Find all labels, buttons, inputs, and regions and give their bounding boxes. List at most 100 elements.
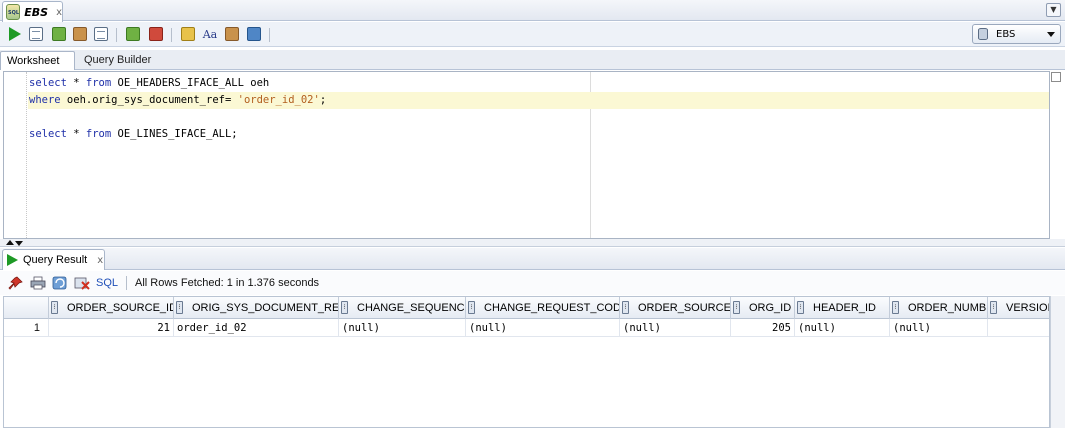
refresh-icon[interactable] xyxy=(52,276,68,290)
table-cell[interactable]: (null) xyxy=(795,319,890,337)
editor-gutter xyxy=(4,72,27,238)
column-header[interactable]: ⁝ ORDER_SOURCE xyxy=(620,297,731,319)
sql-string-literal: 'order_id_02' xyxy=(237,94,320,106)
sql-worksheet-icon xyxy=(6,4,21,20)
column-header[interactable]: ⁝ CHANGE_REQUEST_CODE xyxy=(466,297,620,319)
column-sort-icon[interactable]: ⁝ xyxy=(468,301,475,314)
database-icon xyxy=(978,28,988,40)
table-cell[interactable]: (null) xyxy=(466,319,620,337)
print-icon[interactable] xyxy=(30,276,46,290)
sql-keyword: from xyxy=(85,128,112,140)
result-tab-strip: Query Result x xyxy=(0,248,1065,270)
toolbar-separator xyxy=(126,276,128,290)
collapse-down-icon[interactable] xyxy=(15,241,23,246)
code-line[interactable]: select * from OE_LINES_IFACE_ALL; xyxy=(28,126,1049,143)
sql-text: oeh.orig_sys_document_ref= xyxy=(60,94,238,106)
column-header[interactable]: ⁝ ORIG_SYS_DOCUMENT_REF xyxy=(174,297,339,319)
column-sort-icon[interactable]: ⁝ xyxy=(51,301,58,314)
collapse-up-icon[interactable] xyxy=(6,240,14,245)
connection-label: EBS xyxy=(996,28,1016,40)
run-script-icon xyxy=(29,27,43,41)
column-header-label: HEADER_ID xyxy=(813,302,876,314)
tab-label: EBS xyxy=(24,5,49,19)
column-header-label: ORG_ID xyxy=(749,302,792,314)
column-header-label: CHANGE_SEQUENCE xyxy=(357,302,466,314)
connection-select[interactable]: EBS xyxy=(972,24,1061,44)
column-header-label: ORIG_SYS_DOCUMENT_REF xyxy=(192,302,339,314)
column-header[interactable]: ⁝ CHANGE_SEQUENCE xyxy=(339,297,466,319)
sql-text: ; xyxy=(319,94,327,106)
sql-tuning-icon xyxy=(94,27,108,41)
code-line[interactable]: where oeh.orig_sys_document_ref= 'order_… xyxy=(28,92,1049,109)
table-cell[interactable] xyxy=(988,319,1049,337)
explain-plan-button[interactable] xyxy=(71,25,89,43)
grid-corner xyxy=(4,297,49,319)
commit-button[interactable] xyxy=(124,25,142,43)
table-cell[interactable]: 205 xyxy=(731,319,795,337)
sql-text: * xyxy=(66,128,86,140)
table-cell[interactable]: (null) xyxy=(339,319,466,337)
run-statement-button[interactable] xyxy=(6,25,24,43)
rollback-button[interactable] xyxy=(147,25,165,43)
run-script-button[interactable] xyxy=(27,25,45,43)
code-line[interactable]: select * from OE_HEADERS_IFACE_ALL oeh xyxy=(28,75,1049,92)
clear-icon xyxy=(225,27,239,41)
code-line[interactable] xyxy=(28,109,1049,126)
column-sort-icon[interactable]: ⁝ xyxy=(797,301,804,314)
column-sort-icon[interactable]: ⁝ xyxy=(176,301,183,314)
column-header[interactable]: ⁝ ORDER_NUMBER xyxy=(890,297,988,319)
document-tab-strip: EBS x ▼ xyxy=(0,0,1065,22)
result-tab-label: Query Result xyxy=(23,254,88,266)
rollback-icon xyxy=(149,27,163,41)
tab-ebs-worksheet[interactable]: EBS x xyxy=(2,1,63,22)
clear-button[interactable] xyxy=(223,25,241,43)
column-sort-icon[interactable]: ⁝ xyxy=(990,301,997,314)
column-sort-icon[interactable]: ⁝ xyxy=(733,301,740,314)
query-result-icon xyxy=(7,254,18,266)
sql-monitor-icon xyxy=(247,27,261,41)
table-cell[interactable]: (null) xyxy=(620,319,731,337)
pane-splitter[interactable] xyxy=(0,239,1065,247)
column-header[interactable]: ⁝ ORDER_SOURCE_ID xyxy=(49,297,174,319)
editor-scrollbar-toggle[interactable] xyxy=(1051,72,1061,82)
grid-header: ⁝ ORDER_SOURCE_ID ⁝ ORIG_SYS_DOCUMENT_REF ⁝ C… xyxy=(4,297,1049,319)
sql-keyword: select xyxy=(29,77,67,89)
sql-keyword: select xyxy=(29,128,67,140)
grid-vertical-scrollbar[interactable] xyxy=(1050,296,1065,428)
toolbar-separator xyxy=(269,28,270,42)
tab-query-builder[interactable]: Query Builder xyxy=(78,51,157,70)
close-result-tab-icon[interactable]: x xyxy=(97,255,103,266)
format-button[interactable]: Aa xyxy=(201,25,219,43)
sql-monitor-button[interactable] xyxy=(245,25,263,43)
sql-editor[interactable]: select * from OE_HEADERS_IFACE_ALL oeh wh… xyxy=(3,71,1050,239)
table-cell[interactable]: order_id_02 xyxy=(174,319,339,337)
column-sort-icon[interactable]: ⁝ xyxy=(622,301,629,314)
column-header[interactable]: ⁝ VERSION xyxy=(988,297,1049,319)
commit-icon xyxy=(126,27,140,41)
autotrace-icon xyxy=(52,27,66,41)
worksheet-subtabs: Worksheet Query Builder xyxy=(0,50,1065,70)
table-row[interactable]: 1 21 order_id_02 (null) (null) (null) 205 (null… xyxy=(4,319,1049,337)
close-tab-icon[interactable]: x xyxy=(56,7,62,18)
sql-link[interactable]: SQL xyxy=(96,277,118,289)
pin-icon[interactable] xyxy=(8,276,24,290)
tab-worksheet[interactable]: Worksheet xyxy=(0,51,75,70)
query-result-grid[interactable]: ⁝ ORDER_SOURCE_ID ⁝ ORIG_SYS_DOCUMENT_REF ⁝ C… xyxy=(3,296,1050,428)
table-cell[interactable]: (null) xyxy=(890,319,988,337)
sql-tuning-button[interactable] xyxy=(92,25,110,43)
sql-history-button[interactable] xyxy=(179,25,197,43)
sql-history-icon xyxy=(181,27,195,41)
column-sort-icon[interactable]: ⁝ xyxy=(341,301,348,314)
column-header[interactable]: ⁝ ORG_ID xyxy=(731,297,795,319)
delete-icon[interactable] xyxy=(74,276,90,290)
column-sort-icon[interactable]: ⁝ xyxy=(892,301,899,314)
toolbar-separator xyxy=(116,28,117,42)
tab-query-result[interactable]: Query Result x xyxy=(2,249,105,270)
autotrace-button[interactable] xyxy=(50,25,68,43)
worksheet-toolbar: Aa EBS xyxy=(0,22,1065,47)
sql-text: OE_HEADERS_IFACE_ALL oeh xyxy=(111,77,270,89)
chevron-down-icon[interactable]: ▼ xyxy=(1046,3,1061,17)
row-number: 1 xyxy=(4,319,49,337)
column-header[interactable]: ⁝ HEADER_ID xyxy=(795,297,890,319)
table-cell[interactable]: 21 xyxy=(49,319,174,337)
